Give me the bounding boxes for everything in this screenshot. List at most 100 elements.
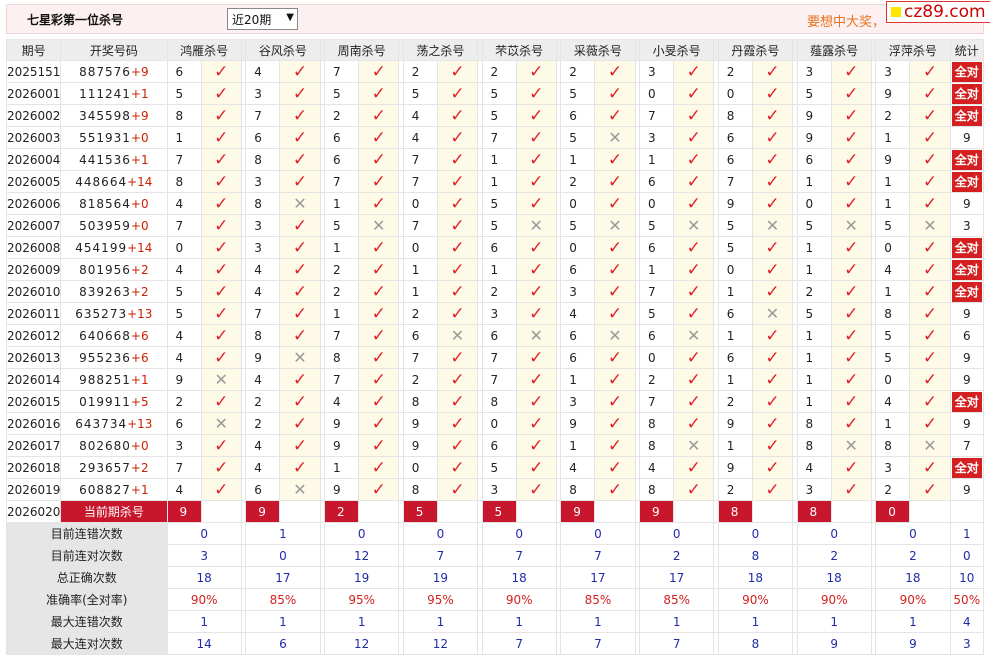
result-mark-cell: ✓ — [358, 280, 400, 303]
result-mark-cell: ✓ — [909, 456, 951, 479]
kill-number-cell: 7 — [324, 170, 360, 193]
draw-digits: 441536 — [79, 152, 131, 167]
promo-text[interactable]: 要想中大奖， — [807, 11, 885, 30]
result-mark-cell: ✓ — [200, 60, 242, 83]
header-expert[interactable]: 薤露杀号 — [796, 39, 872, 61]
result-mark-cell: ✓ — [279, 456, 321, 479]
check-mark-icon: ✓ — [371, 281, 386, 302]
current-kill-number: 5 — [481, 500, 517, 523]
check-mark-icon: ✓ — [214, 105, 229, 126]
check-mark-icon: ✓ — [371, 479, 386, 500]
result-mark-cell: ✓ — [594, 456, 636, 479]
check-mark-icon: ✓ — [922, 303, 938, 324]
header-expert[interactable]: 采薇杀号 — [560, 39, 636, 61]
result-mark-cell: ✓ — [515, 148, 557, 171]
kill-number-cell: 1 — [796, 346, 832, 369]
draw-digits: 454199 — [75, 240, 128, 255]
kill-number-cell: 1 — [166, 126, 202, 149]
draw-bonus: +1 — [130, 86, 149, 101]
check-mark-icon: ✓ — [922, 369, 938, 390]
result-mark-cell: ✓ — [909, 368, 951, 391]
current-kill-number: 2 — [324, 500, 360, 523]
check-mark-icon: ✓ — [686, 303, 701, 324]
stat-cell: 9 — [949, 368, 985, 391]
kill-number-cell: 9 — [324, 434, 360, 457]
result-mark-cell: ✓ — [594, 104, 636, 127]
header-expert[interactable]: 浮萍杀号 — [875, 39, 951, 61]
header-expert[interactable]: 丹霞杀号 — [717, 39, 794, 61]
cross-mark-icon: ✕ — [529, 325, 543, 345]
kill-number-cell: 4 — [402, 126, 438, 149]
result-mark-cell: ✓ — [594, 280, 636, 303]
header-expert[interactable]: 荡之杀号 — [402, 39, 479, 61]
table-row: 2026013 955236+6 4 ✓ 9 ✕ 8 ✓ 7 ✓ 7 ✓ 6 ✓ 0 ✓ 6 ✓ 1 ✓ 5 ✓ 9 — [5, 346, 985, 369]
result-mark-cell: ✕ — [358, 214, 400, 237]
check-mark-icon: ✓ — [686, 281, 701, 302]
result-mark-cell: ✓ — [830, 324, 872, 347]
kill-number-cell: 1 — [796, 368, 832, 391]
kill-number-cell: 1 — [639, 258, 675, 281]
check-mark-icon: ✓ — [450, 215, 465, 236]
result-mark-cell: ✓ — [279, 214, 321, 237]
kill-number-cell: 0 — [875, 368, 911, 391]
result-mark-cell: ✓ — [751, 170, 794, 193]
result-mark-cell: ✓ — [830, 60, 872, 83]
result-mark-cell: ✓ — [830, 82, 872, 105]
header-expert[interactable]: 鸿雁杀号 — [166, 39, 242, 61]
kill-number-cell: 1 — [875, 192, 911, 215]
draw-numbers-cell: 801956+2 — [60, 258, 168, 281]
current-kill-number: 9 — [166, 500, 202, 523]
header-expert[interactable]: 周南杀号 — [324, 39, 400, 61]
summary-value: 0 — [245, 544, 321, 567]
header-expert[interactable]: 芣苡杀号 — [481, 39, 557, 61]
all-correct-badge: 全对 — [951, 237, 982, 258]
check-mark-icon: ✓ — [371, 105, 386, 126]
result-mark-cell: ✓ — [515, 390, 557, 413]
result-mark-cell: ✓ — [594, 346, 636, 369]
result-mark-cell: ✓ — [751, 192, 794, 215]
result-mark-cell: ✓ — [830, 192, 872, 215]
check-mark-icon: ✓ — [922, 193, 938, 214]
check-mark-icon: ✓ — [607, 171, 623, 192]
result-mark-cell: ✓ — [673, 126, 715, 149]
check-mark-icon: ✓ — [529, 105, 544, 126]
result-mark-cell: ✓ — [751, 368, 794, 391]
summary-value: 1 — [560, 610, 636, 633]
check-mark-icon: ✓ — [686, 391, 701, 412]
check-mark-icon: ✓ — [450, 479, 465, 500]
check-mark-icon: ✓ — [529, 171, 544, 192]
check-mark-icon: ✓ — [765, 127, 780, 148]
kill-number-cell: 5 — [166, 82, 202, 105]
issue-cell: 2026011 — [5, 302, 62, 325]
cross-mark-icon: ✕ — [765, 303, 780, 323]
result-mark-cell: ✕ — [673, 214, 715, 237]
site-logo[interactable]: cz89.com — [886, 1, 990, 23]
check-mark-icon: ✓ — [450, 193, 465, 214]
cross-mark-icon: ✕ — [214, 413, 228, 433]
check-mark-icon: ✓ — [529, 127, 544, 148]
result-mark-cell: ✓ — [436, 82, 479, 105]
check-mark-icon: ✓ — [292, 83, 308, 104]
result-mark-cell: ✓ — [909, 60, 951, 83]
stat-cell: 6 — [949, 324, 985, 347]
current-kill-spacer — [594, 500, 636, 523]
draw-numbers-cell: 640668+6 — [60, 324, 168, 347]
result-mark-cell: ✓ — [830, 258, 872, 281]
header-expert[interactable]: 小旻杀号 — [639, 39, 715, 61]
period-select[interactable]: 近20期 ▼ — [227, 8, 298, 30]
kill-number-cell: 9 — [324, 412, 360, 435]
current-kill-number: 0 — [875, 500, 911, 523]
result-mark-cell: ✓ — [200, 214, 242, 237]
kill-number-cell: 5 — [166, 302, 202, 325]
kill-number-cell: 4 — [166, 478, 202, 501]
kill-number-cell: 9 — [875, 148, 911, 171]
result-mark-cell: ✓ — [751, 126, 794, 149]
result-mark-cell: ✓ — [594, 236, 636, 259]
check-mark-icon: ✓ — [765, 193, 780, 214]
table-row: 2025151 887576+9 6 ✓ 4 ✓ 7 ✓ 2 ✓ 2 ✓ 2 ✓ 3 ✓ 2 ✓ 3 ✓ 3 ✓ 全对 — [5, 60, 985, 83]
result-mark-cell: ✓ — [594, 434, 636, 457]
cross-mark-icon: ✕ — [608, 127, 622, 147]
check-mark-icon: ✓ — [292, 127, 308, 148]
check-mark-icon: ✓ — [214, 347, 229, 368]
header-expert[interactable]: 谷风杀号 — [245, 39, 321, 61]
